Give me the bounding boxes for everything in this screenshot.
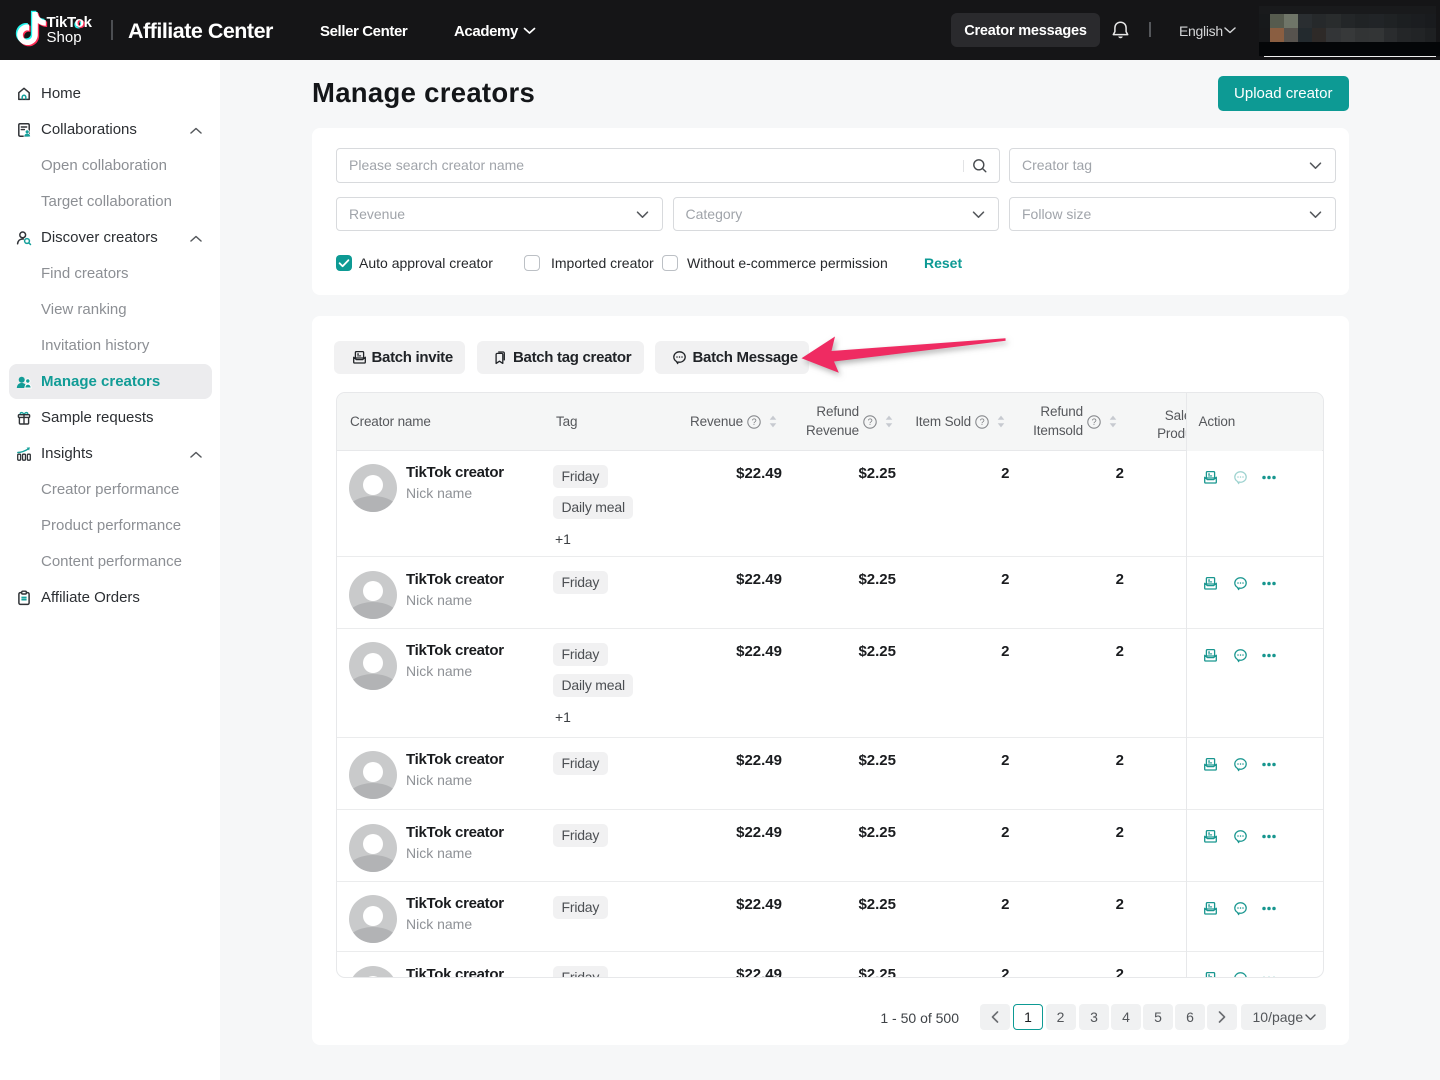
svg-text:?: ? bbox=[752, 417, 757, 427]
svg-text:?: ? bbox=[1092, 417, 1097, 427]
